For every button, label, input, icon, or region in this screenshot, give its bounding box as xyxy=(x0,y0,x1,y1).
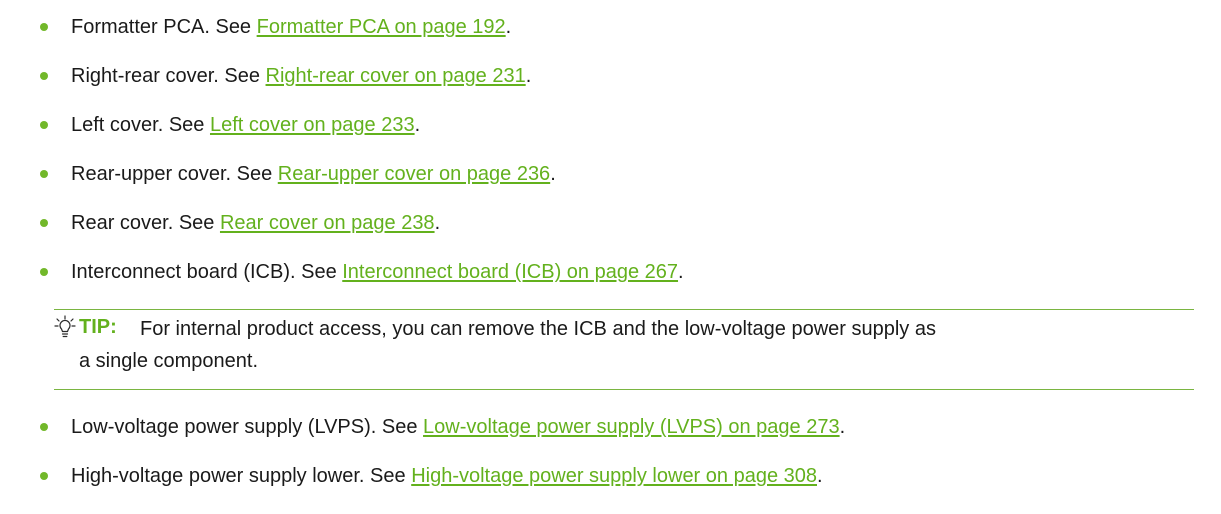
list-item-text: Formatter PCA. See Formatter PCA on page… xyxy=(71,16,512,38)
rear-upper-cover-link[interactable]: Rear-upper cover on page 236 xyxy=(278,163,550,185)
bullet-icon xyxy=(40,423,48,431)
bullet-icon xyxy=(40,219,48,227)
bullet-icon xyxy=(40,472,48,480)
list-item-text: Interconnect board (ICB). See Interconne… xyxy=(71,261,684,283)
list-item-text: Low-voltage power supply (LVPS). See Low… xyxy=(71,416,846,438)
bullet-icon xyxy=(40,268,48,276)
divider xyxy=(54,389,1194,390)
bullet-icon xyxy=(40,121,48,129)
formatter-pca-link[interactable]: Formatter PCA on page 192 xyxy=(257,16,506,38)
left-cover-link[interactable]: Left cover on page 233 xyxy=(210,114,415,136)
tip-text-line: For internal product access, you can rem… xyxy=(140,318,936,340)
bullet-icon xyxy=(40,23,48,31)
interconnect-board-link[interactable]: Interconnect board (ICB) on page 267 xyxy=(342,261,678,283)
hvps-lower-link[interactable]: High-voltage power supply lower on page … xyxy=(411,465,817,487)
list-item-text: Left cover. See Left cover on page 233. xyxy=(71,114,421,136)
list-item-text: Right-rear cover. See Right-rear cover o… xyxy=(71,65,532,87)
list-item-text: Rear cover. See Rear cover on page 238. xyxy=(71,212,441,234)
procedure-list: Formatter PCA. See Formatter PCA on page… xyxy=(0,0,1221,514)
tip-body: For internal product access, you can rem… xyxy=(79,313,1184,377)
list-item-text: High-voltage power supply lower. See Hig… xyxy=(71,465,823,487)
rear-cover-link[interactable]: Rear cover on page 238 xyxy=(220,212,435,234)
lightbulb-icon xyxy=(54,315,76,338)
right-rear-cover-link[interactable]: Right-rear cover on page 231 xyxy=(266,65,526,87)
divider xyxy=(54,309,1194,310)
bullet-icon xyxy=(40,170,48,178)
list-item-text: Rear-upper cover. See Rear-upper cover o… xyxy=(71,163,556,185)
tip-callout: TIP: For internal product access, you ca… xyxy=(54,309,1194,390)
tip-text-line: a single component. xyxy=(79,350,259,372)
bullet-icon xyxy=(40,72,48,80)
lvps-link[interactable]: Low-voltage power supply (LVPS) on page … xyxy=(423,416,840,438)
